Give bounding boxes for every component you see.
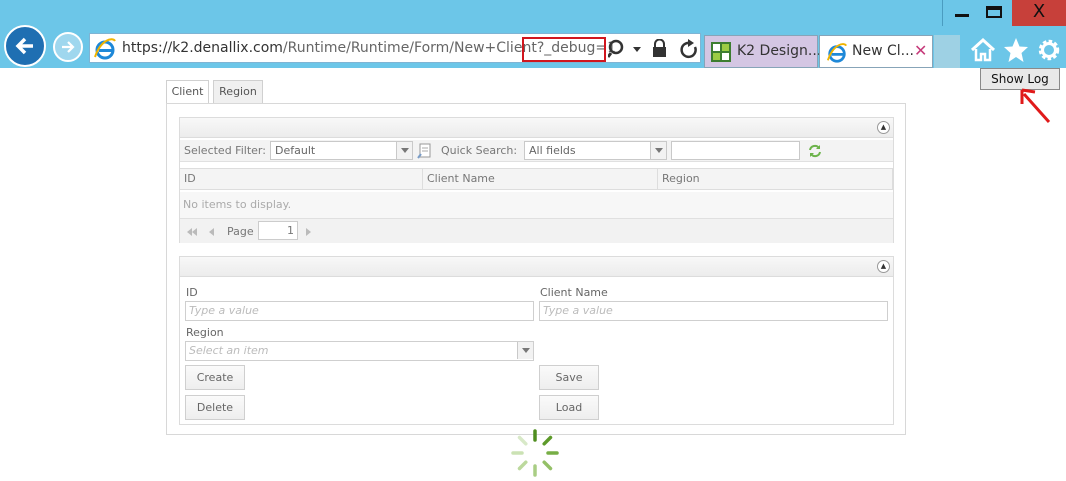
tab-close-icon[interactable]: ✕ [914,41,927,60]
settings-gear-icon[interactable] [1036,37,1062,63]
delete-button[interactable]: Delete [185,395,245,420]
quick-search-input[interactable] [671,141,800,160]
k2-logo-icon [711,42,731,62]
column-header-id[interactable]: ID [180,169,423,189]
region-placeholder: Select an item [189,344,269,357]
red-arrow-annotation-icon [1020,88,1051,123]
filter-bar: Selected Filter: Default Quick Search: A… [180,140,893,162]
load-button[interactable]: Load [539,395,599,420]
page-label: Page [227,225,254,238]
pager: Page 1 [180,218,893,243]
url-host-prefix: https://k2. [122,40,194,56]
region-dropdown[interactable]: Select an item [185,341,534,361]
forward-button[interactable] [53,32,83,62]
client-name-input[interactable]: Type a value [539,301,888,321]
selected-filter-value: Default [275,144,316,157]
quick-search-field-value: All fields [529,144,576,157]
id-input[interactable]: Type a value [185,301,534,321]
tab-region[interactable]: Region [213,80,263,103]
column-header-client-name[interactable]: Client Name [423,169,658,189]
quick-search-field-dropdown[interactable]: All fields [524,141,667,160]
search-icon [608,39,624,58]
filter-edit-icon[interactable] [417,143,433,159]
debug-highlight-box [522,37,606,62]
column-header-region[interactable]: Region [658,169,893,189]
page-number-input[interactable]: 1 [258,221,298,240]
chevron-down-icon [396,142,412,159]
refresh-icon[interactable] [808,144,822,158]
back-button[interactable] [4,25,46,67]
chevron-down-icon [517,342,533,359]
minimize-button[interactable] [942,0,976,26]
pager-first-prev-icons[interactable] [186,227,216,237]
address-bar-icons [608,39,697,59]
save-button[interactable]: Save [539,365,599,390]
show-log-button[interactable]: Show Log [980,68,1060,90]
url-host: denallix.com [193,40,283,56]
browser-tab-new-client[interactable]: New Cl... ✕ [819,35,933,68]
maximize-button[interactable] [976,0,1012,26]
favorites-star-icon[interactable] [1003,37,1029,63]
collapse-icon[interactable]: ▲ [877,121,890,134]
client-detail-panel: ▲ ID Type a value Client Name Type a val… [179,256,894,425]
lock-icon [653,39,666,57]
maximize-icon [986,6,1002,18]
tab-label: K2 Design... [737,43,822,59]
close-icon: X [1032,1,1046,22]
new-tab-button[interactable] [934,35,960,68]
minimize-icon [955,14,969,17]
empty-grid-message: No items to display. [180,192,893,218]
address-bar[interactable]: https://k2.denallix.com/Runtime/Runtime/… [89,33,701,63]
ie-logo-icon [94,38,116,60]
dropdown-icon [633,47,641,52]
id-label: ID [186,286,198,299]
tab-label: New Cl... [852,43,915,59]
grid-header: ID Client Name Region [180,168,893,190]
quick-search-label: Quick Search: [441,144,518,157]
window-close-button[interactable]: X [1012,0,1066,26]
ie-logo-icon [826,43,847,63]
refresh-icon [680,39,697,59]
arrow-left-icon [15,37,33,55]
tab-client[interactable]: Client [166,80,209,103]
form-container: ▲ Selected Filter: Default Quick Search:… [166,103,906,435]
browser-tab-k2-designer[interactable]: K2 Design... [704,35,822,68]
collapse-icon[interactable]: ▲ [877,260,890,273]
home-icon[interactable] [970,37,996,63]
pager-next-icon[interactable] [304,227,312,237]
selected-filter-dropdown[interactable]: Default [270,141,413,160]
chevron-down-icon [650,142,666,159]
url-path: /Runtime/Runtime/Form/New+Client [282,40,537,56]
selected-filter-label: Selected Filter: [184,144,266,157]
loading-spinner-icon [511,429,559,477]
client-list-panel: ▲ Selected Filter: Default Quick Search:… [179,117,894,243]
browser-chrome: X https://k2.denallix.com/Runtime/Runtim… [0,0,1066,68]
arrow-right-icon [62,41,75,53]
create-button[interactable]: Create [185,365,245,390]
list-panel-header: ▲ [180,118,893,138]
region-label: Region [186,326,224,339]
detail-panel-header: ▲ [180,257,893,277]
client-name-label: Client Name [540,286,608,299]
